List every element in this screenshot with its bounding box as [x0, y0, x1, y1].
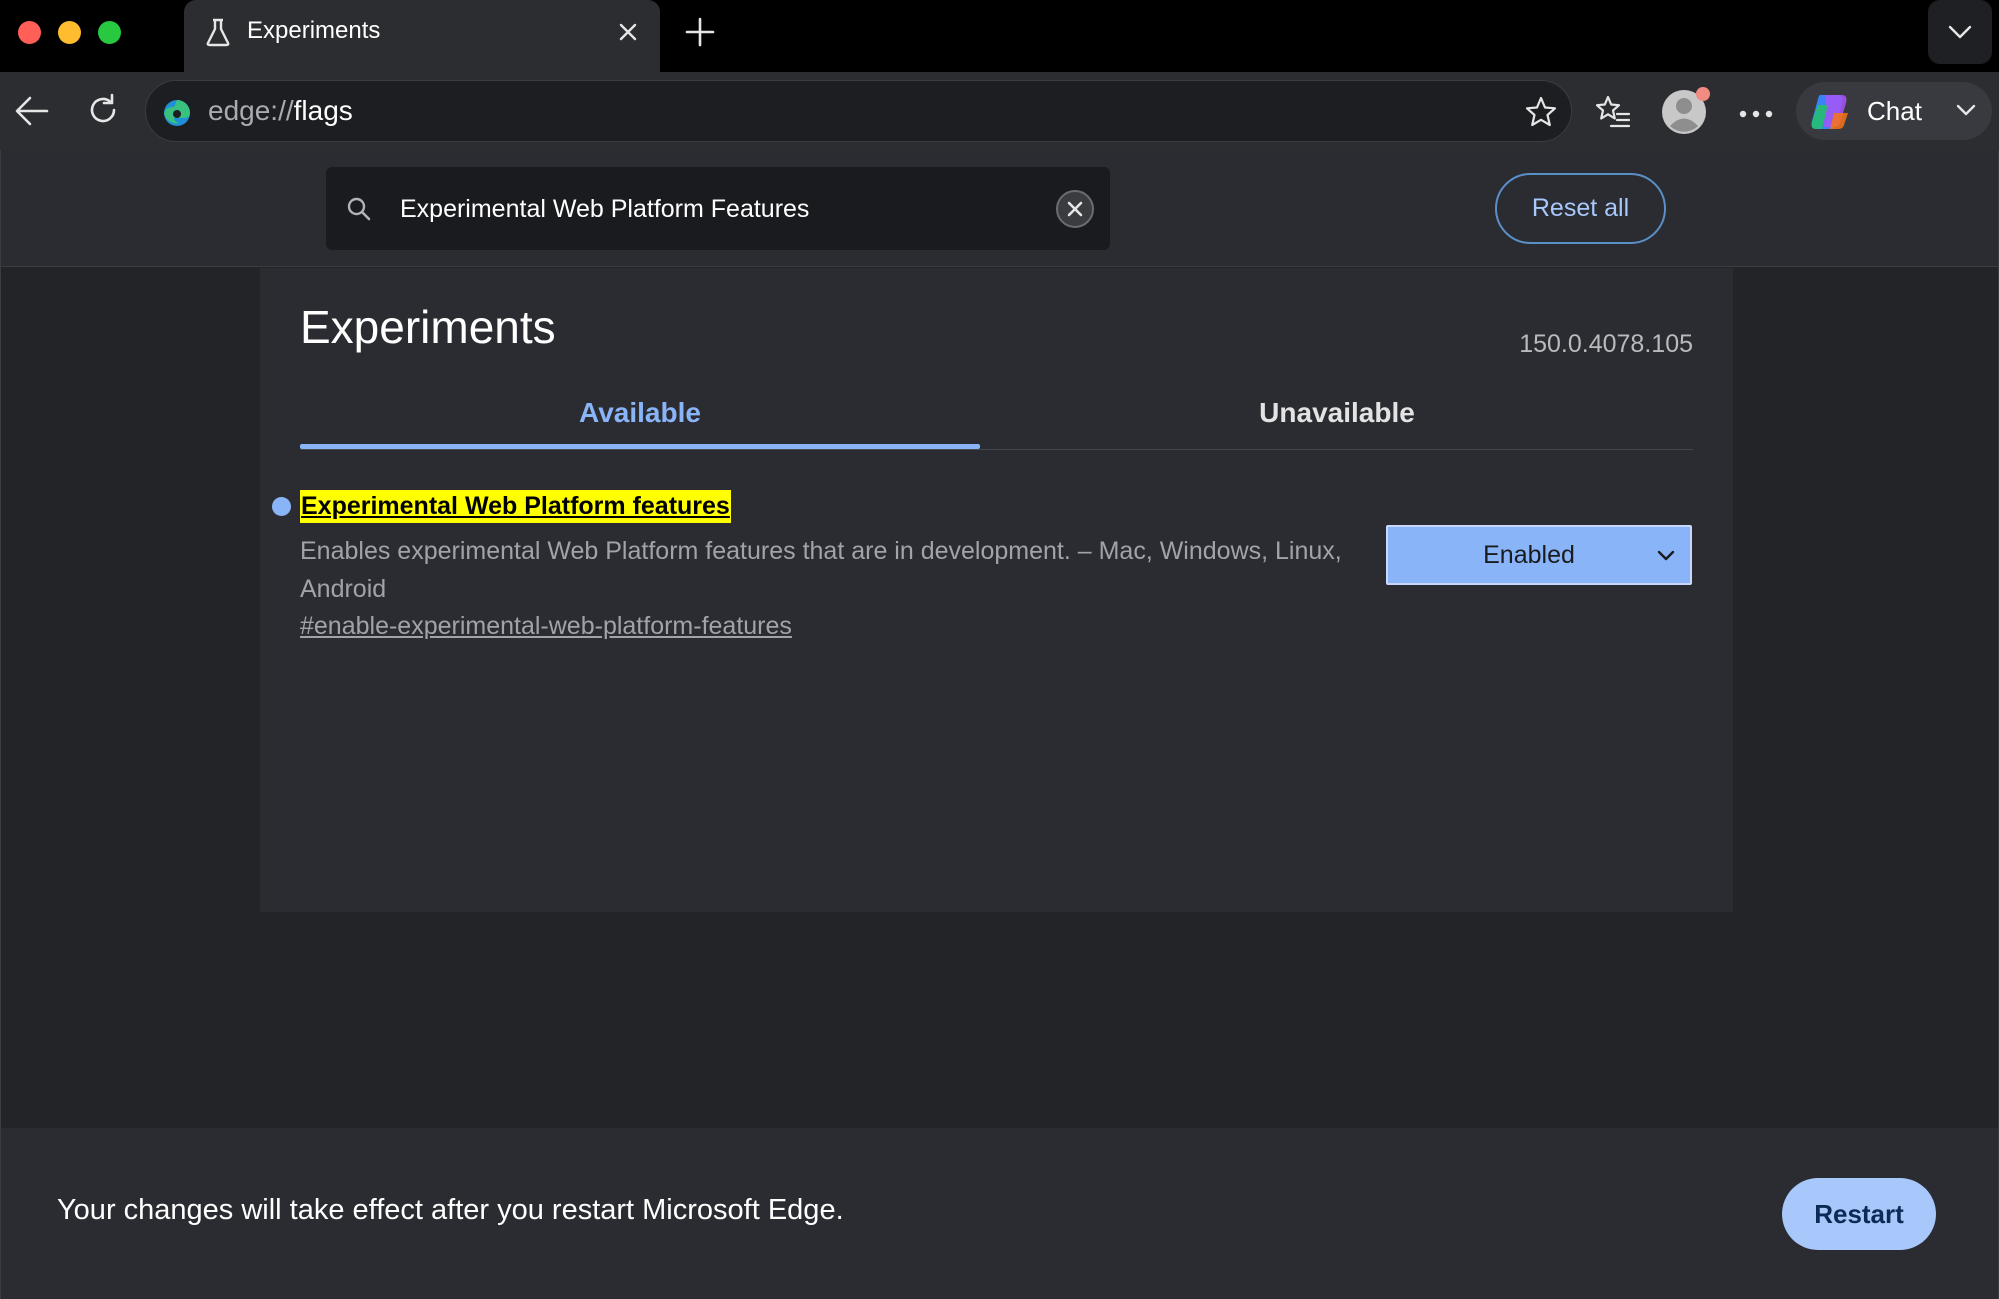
version-number: 150.0.4078.105: [1519, 330, 1693, 358]
flask-icon: [204, 17, 232, 47]
tab-title: Experiments: [247, 17, 381, 44]
url-text: edge://flags: [208, 95, 353, 126]
copilot-chat-button[interactable]: Chat: [1796, 82, 1992, 140]
profile-avatar-icon[interactable]: [1661, 86, 1711, 141]
flag-state-select[interactable]: Enabled: [1386, 525, 1692, 585]
chevron-down-icon: [1948, 25, 1972, 39]
flag-search-box: [326, 167, 1110, 250]
reset-all-button[interactable]: Reset all: [1495, 173, 1666, 244]
browser-window: Experiments edge://flags Chat Experiment…: [0, 0, 1999, 1299]
close-window-button[interactable]: [18, 21, 41, 44]
search-input[interactable]: [400, 189, 1060, 229]
chevron-down-icon: [1656, 549, 1676, 568]
minimize-window-button[interactable]: [58, 21, 81, 44]
new-tab-icon[interactable]: [684, 16, 716, 48]
more-options-icon[interactable]: [1738, 106, 1774, 124]
flag-description: Enables experimental Web Platform featur…: [300, 537, 1342, 603]
tab-strip: Experiments: [0, 0, 1999, 72]
flag-permalink[interactable]: #enable-experimental-web-platform-featur…: [300, 612, 792, 641]
maximize-window-button[interactable]: [98, 21, 121, 44]
back-icon[interactable]: [14, 94, 50, 133]
tab-experiments[interactable]: Experiments: [184, 0, 660, 72]
restart-message: Your changes will take effect after you …: [57, 1194, 844, 1226]
close-icon: [1067, 201, 1083, 217]
address-bar[interactable]: edge://flags: [145, 80, 1572, 142]
refresh-icon[interactable]: [86, 93, 120, 132]
copilot-icon: [1808, 93, 1852, 136]
search-icon: [346, 196, 372, 227]
tab-list-button[interactable]: [1928, 0, 1992, 64]
page-title: Experiments: [300, 301, 556, 353]
restart-bar: Your changes will take effect after you …: [0, 1128, 1999, 1299]
tab-unavailable[interactable]: Unavailable: [997, 378, 1677, 450]
chevron-down-icon: [1956, 103, 1976, 122]
availability-tabs: Available Unavailable: [300, 378, 1693, 450]
edge-logo-icon: [162, 98, 192, 133]
clear-search-button[interactable]: [1056, 190, 1094, 228]
selected-tab-indicator: [300, 444, 980, 449]
flag-name: Experimental Web Platform features: [300, 490, 731, 523]
close-tab-icon[interactable]: [614, 18, 642, 46]
favorites-icon[interactable]: [1595, 94, 1631, 133]
search-header: Reset all: [0, 150, 1999, 267]
toolbar: edge://flags Chat: [0, 72, 1999, 150]
chat-label: Chat: [1867, 96, 1922, 126]
favorite-star-icon[interactable]: [1524, 95, 1558, 134]
flags-page: Reset all Experiments 150.0.4078.105 Ava…: [0, 150, 1999, 1299]
tab-available[interactable]: Available: [300, 378, 980, 450]
modified-flag-dot: [272, 497, 291, 516]
experiments-panel: Experiments 150.0.4078.105 Available Una…: [260, 268, 1733, 912]
flag-state-value: Enabled: [1483, 541, 1575, 569]
restart-button[interactable]: Restart: [1782, 1178, 1936, 1250]
